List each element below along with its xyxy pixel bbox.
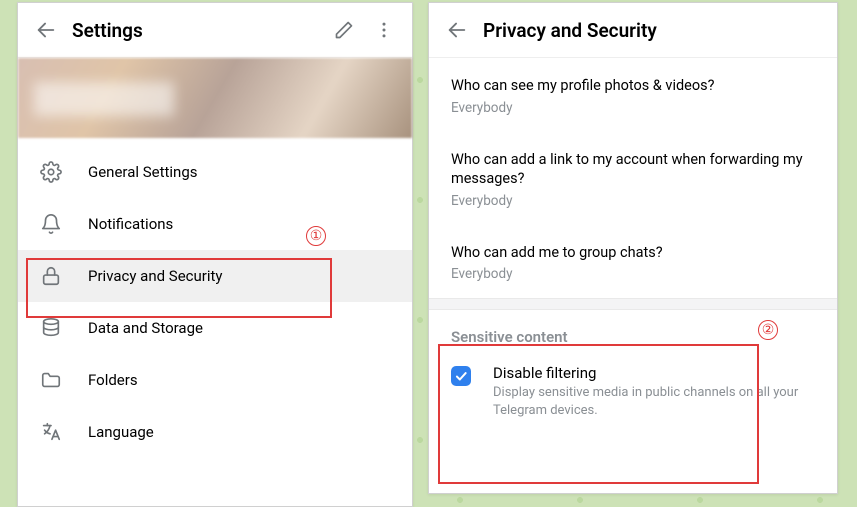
callout-badge-2: ② — [758, 320, 778, 340]
privacy-value: Everybody — [451, 100, 815, 116]
sidebar-item-general-settings[interactable]: General Settings — [18, 146, 412, 198]
privacy-question: Who can add a link to my account when fo… — [451, 150, 815, 189]
bell-icon — [40, 213, 68, 235]
language-icon — [40, 421, 68, 443]
gear-icon — [40, 161, 68, 183]
privacy-header: Privacy and Security — [429, 3, 837, 58]
sidebar-item-label: General Settings — [88, 163, 198, 181]
sidebar-item-language[interactable]: Language — [18, 406, 412, 458]
disable-filtering-desc: Display sensitive media in public channe… — [493, 384, 815, 419]
sidebar-item-folders[interactable]: Folders — [18, 354, 412, 406]
privacy-question: Who can see my profile photos & videos? — [451, 76, 815, 96]
more-vertical-icon — [374, 20, 394, 40]
settings-title: Settings — [72, 19, 324, 42]
privacy-row-forward-link[interactable]: Who can add a link to my account when fo… — [451, 132, 815, 225]
settings-panel: Settings General Settings Notifications … — [17, 2, 413, 507]
settings-header: Settings — [18, 3, 412, 58]
arrow-left-icon — [446, 19, 468, 41]
sidebar-item-notifications[interactable]: Notifications — [18, 198, 412, 250]
edit-button[interactable] — [324, 10, 364, 50]
check-icon — [454, 369, 468, 383]
privacy-row-group-chats[interactable]: Who can add me to group chats? Everybody — [451, 225, 815, 299]
sidebar-item-privacy-security[interactable]: Privacy and Security — [18, 250, 412, 302]
privacy-row-profile-photos[interactable]: Who can see my profile photos & videos? … — [451, 58, 815, 132]
callout-badge-1: ① — [306, 226, 326, 246]
privacy-value: Everybody — [451, 193, 815, 209]
disable-filtering-label: Disable filtering — [493, 364, 815, 382]
lock-icon — [40, 265, 68, 287]
back-button[interactable] — [26, 10, 66, 50]
privacy-title: Privacy and Security — [483, 19, 829, 42]
more-button[interactable] — [364, 10, 404, 50]
sidebar-item-label: Folders — [88, 371, 138, 389]
checkbox-checked[interactable] — [451, 366, 471, 386]
privacy-panel: Privacy and Security Who can see my prof… — [428, 2, 838, 494]
folder-icon — [40, 369, 68, 391]
section-separator — [429, 298, 837, 310]
profile-photo-strip[interactable] — [18, 58, 412, 138]
arrow-left-icon — [35, 19, 57, 41]
back-button[interactable] — [437, 10, 477, 50]
settings-menu: General Settings Notifications Privacy a… — [18, 138, 412, 466]
privacy-question: Who can add me to group chats? — [451, 243, 815, 263]
pencil-icon — [334, 20, 354, 40]
sidebar-item-label: Language — [88, 423, 154, 441]
disable-filtering-toggle[interactable]: Disable filtering Display sensitive medi… — [451, 358, 815, 437]
database-icon — [40, 317, 68, 339]
sidebar-item-label: Notifications — [88, 215, 173, 233]
privacy-value: Everybody — [451, 266, 815, 282]
sidebar-item-data-storage[interactable]: Data and Storage — [18, 302, 412, 354]
sidebar-item-label: Privacy and Security — [88, 267, 223, 285]
sidebar-item-label: Data and Storage — [88, 319, 203, 337]
